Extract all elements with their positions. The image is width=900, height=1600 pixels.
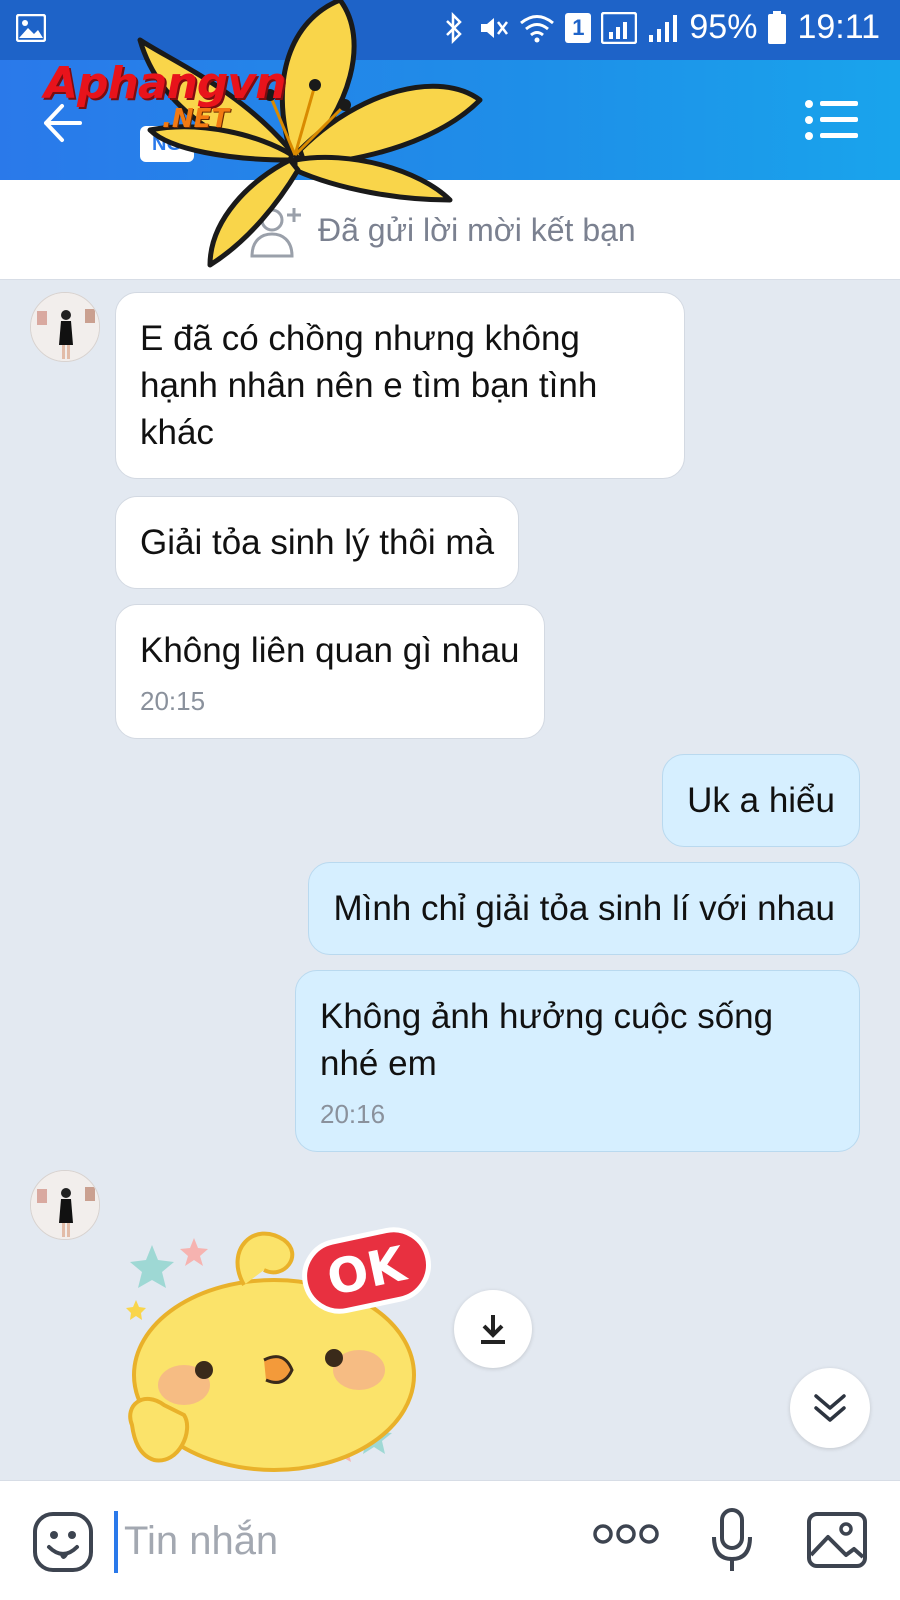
message-text: E đã có chồng nhưng không hạnh nhân nên …: [140, 319, 598, 452]
friend-request-label: Đã gửi lời mời kết bạn: [318, 212, 636, 248]
message-input[interactable]: [124, 1509, 544, 1573]
microphone-icon: [712, 1508, 752, 1571]
status-bar: 1 95% 19:11: [0, 0, 900, 60]
signal-1-icon: [601, 11, 638, 44]
avatar[interactable]: [30, 1170, 100, 1240]
wifi-icon: [519, 13, 555, 43]
message-bubble-outgoing[interactable]: Mình chỉ giải tỏa sinh lí với nhau: [308, 862, 860, 955]
emoji-icon: [33, 1512, 93, 1572]
mute-icon: [477, 12, 509, 44]
emoji-button[interactable]: [32, 1511, 94, 1578]
message-time: 20:15: [140, 686, 206, 716]
ok-sticker[interactable]: OK: [124, 1210, 444, 1480]
message-bubble-incoming[interactable]: E đã có chồng nhưng không hạnh nhân nên …: [115, 292, 685, 479]
message-bubble-incoming[interactable]: Giải tỏa sinh lý thôi mà: [115, 496, 520, 589]
clock: 19:11: [797, 8, 880, 46]
menu-button[interactable]: [804, 98, 860, 142]
text-cursor: [114, 1511, 118, 1573]
contact-name-badge[interactable]: NG: [140, 126, 194, 162]
arrow-left-icon: [44, 104, 82, 142]
battery-icon: [767, 10, 787, 45]
sim-badge: 1: [565, 12, 592, 43]
more-button[interactable]: [592, 1521, 660, 1552]
message-bubble-incoming[interactable]: Không liên quan gì nhau 20:15: [115, 604, 545, 739]
message-bubble-outgoing[interactable]: Không ảnh hưởng cuộc sống nhé em 20:16: [295, 970, 860, 1152]
bluetooth-icon: [441, 11, 467, 44]
message-text: Mình chỉ giải tỏa sinh lí với nhau: [333, 889, 835, 928]
message-text: Giải tỏa sinh lý thôi mà: [140, 523, 495, 562]
more-dots-icon: [593, 1524, 659, 1544]
message-text: Không liên quan gì nhau: [140, 631, 520, 670]
gallery-notification-icon: [16, 14, 46, 42]
avatar[interactable]: [30, 292, 100, 362]
image-icon: [807, 1512, 867, 1568]
chat-area[interactable]: E đã có chồng nhưng không hạnh nhân nên …: [0, 280, 900, 1480]
message-text: Không ảnh hưởng cuộc sống nhé em: [320, 997, 774, 1083]
message-input-bar: [0, 1480, 900, 1600]
microphone-button[interactable]: [710, 1507, 754, 1580]
scroll-to-bottom-button[interactable]: [790, 1368, 870, 1448]
battery-percent: 95%: [689, 8, 758, 46]
message-bubble-outgoing[interactable]: Uk a hiểu: [662, 754, 860, 847]
message-text: Uk a hiểu: [687, 781, 835, 820]
image-button[interactable]: [806, 1511, 868, 1574]
download-button[interactable]: [454, 1290, 532, 1368]
list-menu-icon: [805, 100, 858, 140]
download-icon: [481, 1315, 505, 1344]
chat-header: NG: [0, 60, 900, 180]
add-user-icon: [250, 204, 306, 265]
message-time: 20:16: [320, 1099, 386, 1129]
double-chevron-down-icon: [814, 1394, 846, 1422]
back-button[interactable]: [40, 98, 100, 148]
friend-request-bar[interactable]: Đã gửi lời mời kết bạn: [0, 180, 900, 280]
signal-2-icon: [647, 13, 679, 43]
